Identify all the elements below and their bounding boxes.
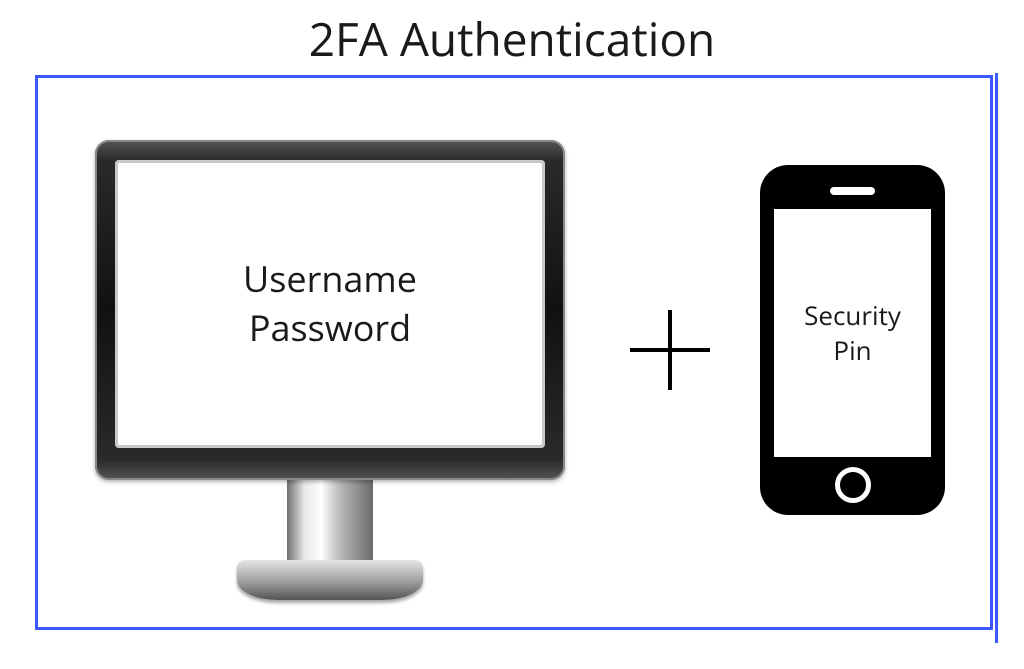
monitor-bezel: Username Password (95, 140, 565, 480)
phone-text: Security Pin (804, 298, 901, 368)
monitor-icon: Username Password (95, 140, 565, 620)
phone-line-1: Security (804, 297, 901, 333)
monitor-line-1: Username (243, 254, 417, 303)
diagram-frame-right-accent (995, 73, 998, 643)
monitor-base (237, 560, 423, 600)
phone-speaker (830, 187, 875, 195)
diagram-title: 2FA Authentication (0, 8, 1024, 70)
phone-line-2: Pin (833, 332, 871, 368)
monitor-text: Username Password (243, 255, 417, 352)
phone-home-button-icon (835, 467, 871, 503)
monitor-screen: Username Password (115, 160, 545, 448)
monitor-neck (287, 478, 373, 568)
monitor-line-2: Password (249, 303, 411, 352)
plus-icon (630, 310, 710, 390)
phone-icon: Security Pin (760, 165, 945, 515)
phone-screen: Security Pin (774, 209, 931, 457)
